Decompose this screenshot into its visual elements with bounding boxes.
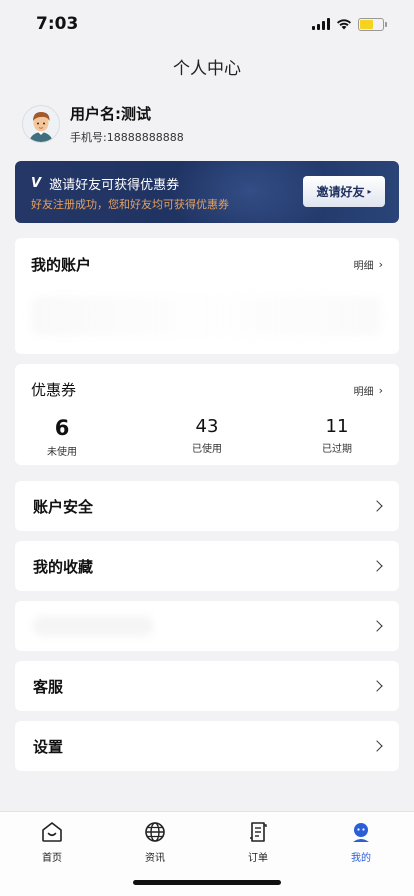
- chevron-right-icon: [371, 680, 383, 692]
- tab-orders[interactable]: 订单: [223, 820, 293, 864]
- invite-banner[interactable]: V 邀请好友可获得优惠券 好友注册成功，您和好友均可获得优惠券 邀请好友 ▸: [15, 161, 399, 223]
- chevron-right-icon: [371, 620, 383, 632]
- menu-item-settings[interactable]: 设置: [15, 721, 399, 771]
- tab-label: 订单: [248, 853, 268, 864]
- menu-item-label: 设置: [33, 737, 64, 756]
- status-icons: [312, 17, 387, 31]
- globe-icon: [145, 822, 165, 842]
- invite-title: 邀请好友可获得优惠券: [49, 178, 180, 193]
- chevron-right-icon: [371, 740, 383, 752]
- menu-item-label: 账户安全: [33, 497, 94, 516]
- account-detail-label: 明细: [353, 261, 374, 272]
- stat-label: 未使用: [47, 447, 77, 458]
- blurred-menu-label: [33, 616, 153, 636]
- v-logo-icon: V: [31, 176, 42, 191]
- phone-number: 手机号:18888888888: [70, 131, 184, 144]
- stat-value: 11: [325, 416, 349, 437]
- avatar-icon: [23, 106, 59, 142]
- account-card: 我的账户 明细 ›: [15, 238, 399, 354]
- status-bar: 7:03: [0, 0, 414, 48]
- cellular-signal-icon: [312, 18, 330, 30]
- coupon-title: 优惠券: [31, 381, 77, 399]
- blurred-account-content: [31, 296, 381, 336]
- menu-item-favorites[interactable]: 我的收藏: [15, 541, 399, 591]
- invite-subtitle: 好友注册成功，您和好友均可获得优惠券: [31, 198, 229, 211]
- chevron-right-icon: ›: [378, 258, 383, 271]
- order-icon: [250, 822, 267, 842]
- menu-item-label: 我的收藏: [33, 557, 94, 576]
- tab-label: 首页: [42, 853, 62, 864]
- profile-icon: [353, 823, 369, 842]
- coupon-detail-label: 明细: [353, 387, 374, 398]
- avatar[interactable]: [22, 105, 60, 143]
- menu-item-customer-service[interactable]: 客服: [15, 661, 399, 711]
- tab-label: 我的: [351, 853, 371, 864]
- tab-mine[interactable]: 我的: [326, 820, 396, 864]
- battery-icon: [358, 17, 387, 31]
- menu-item-hidden[interactable]: [15, 601, 399, 651]
- coupon-stat-expired[interactable]: 11 已过期: [312, 416, 362, 455]
- account-title: 我的账户: [31, 256, 92, 274]
- page-title: 个人中心: [173, 59, 241, 79]
- coupon-stat-unused[interactable]: 6 未使用: [37, 416, 87, 458]
- stat-value: 43: [195, 416, 219, 437]
- invite-friends-button[interactable]: 邀请好友 ▸: [303, 176, 385, 207]
- tab-home[interactable]: 首页: [17, 820, 87, 864]
- home-icon: [42, 822, 62, 842]
- menu-item-label: 客服: [33, 677, 64, 696]
- status-time: 7:03: [36, 14, 79, 34]
- username: 用户名:测试: [70, 105, 151, 123]
- tab-news[interactable]: 资讯: [120, 820, 190, 864]
- chevron-right-icon: ›: [378, 384, 383, 397]
- chevron-right-icon: [371, 560, 383, 572]
- home-indicator: [133, 880, 281, 885]
- stat-label: 已使用: [192, 444, 222, 455]
- tab-label: 资讯: [145, 853, 165, 864]
- play-arrow-icon: ▸: [367, 187, 372, 196]
- stat-label: 已过期: [322, 444, 352, 455]
- invite-button-label: 邀请好友: [316, 185, 365, 199]
- profile-header[interactable]: 用户名:测试 手机号:18888888888: [22, 103, 184, 145]
- chevron-right-icon: [371, 500, 383, 512]
- wifi-icon: [337, 19, 351, 30]
- coupon-stat-used[interactable]: 43 已使用: [182, 416, 232, 455]
- account-detail-link[interactable]: 明细 ›: [354, 257, 383, 272]
- coupon-card: 优惠券 明细 › 6 未使用 43 已使用 11 已过期: [15, 364, 399, 465]
- menu-item-account-security[interactable]: 账户安全: [15, 481, 399, 531]
- stat-value: 6: [54, 416, 70, 440]
- coupon-detail-link[interactable]: 明细 ›: [354, 383, 383, 398]
